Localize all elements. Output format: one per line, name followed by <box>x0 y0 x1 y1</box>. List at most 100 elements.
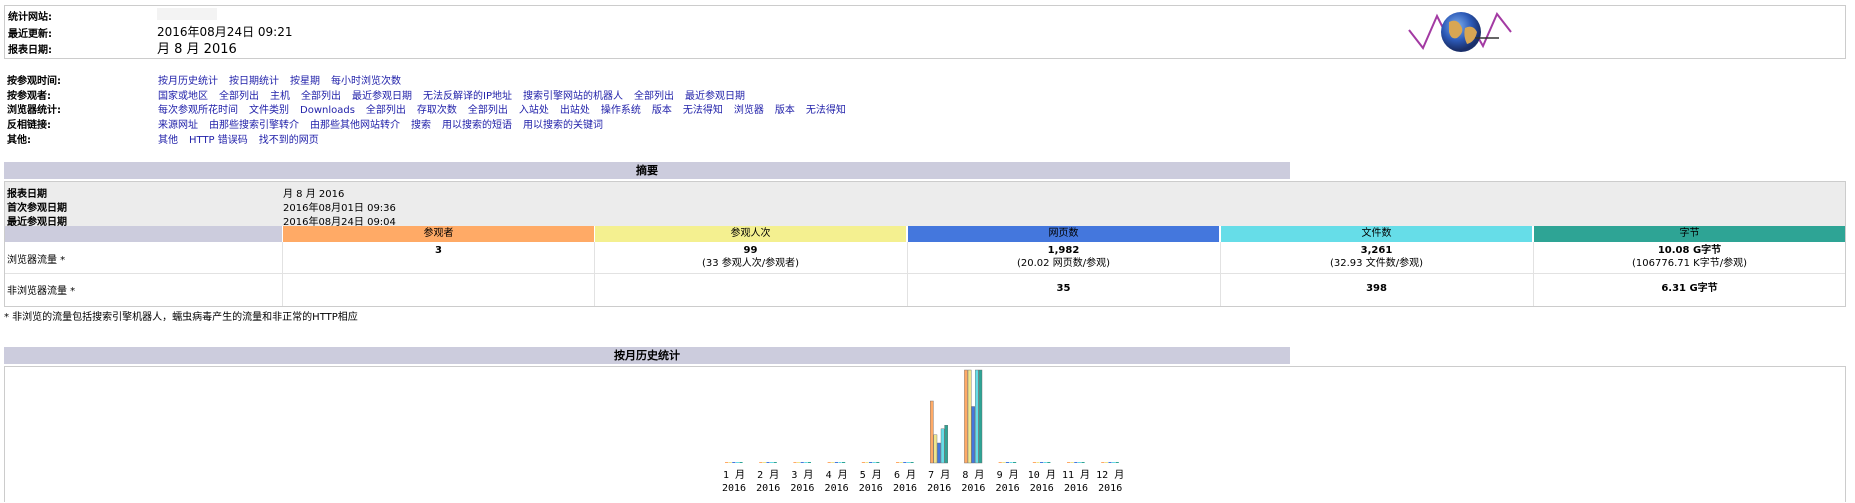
month-label-0: 2016 <box>722 483 746 494</box>
bar-bandwidth-4 <box>876 462 880 463</box>
summary-cell-value: 10.08 G字节 <box>1657 245 1722 256</box>
nav-link[interactable]: 全部列出 <box>301 91 341 102</box>
nav-link[interactable]: 操作系统 <box>601 105 641 116</box>
bar-pages-8 <box>1005 462 1009 463</box>
summary-dates: 报表日期 月 8 月 2016 首次参观日期 2016年08月01日 09:36… <box>5 182 1845 228</box>
summary-cell-value: 99 <box>743 245 758 256</box>
bar-pages-7 <box>971 406 975 464</box>
bar-hits-6 <box>940 428 945 464</box>
month-label-0: 1 月 <box>723 469 745 481</box>
nav-link[interactable]: 浏览器 <box>734 105 764 116</box>
bar-pages-11 <box>1108 462 1112 463</box>
monthly-chart-svg: 1 月 2016 2 月 2016 3 月 2016 4 月 2016 5 月 2016 6 月 20… <box>722 369 1124 494</box>
bar-bandwidth-2 <box>807 462 811 463</box>
nav-link[interactable]: 存取次数 <box>417 105 457 116</box>
bar-pages-4 <box>869 462 873 463</box>
bar-bandwidth-5 <box>910 462 914 463</box>
summary-row-nonbrowser-label: 非浏览器流量 * <box>7 286 76 297</box>
nav-link[interactable]: 按月历史统计 <box>158 76 218 87</box>
bar-visitors-5 <box>896 462 900 463</box>
bar-hits-3 <box>838 462 842 463</box>
bar-visitors-9 <box>1032 462 1036 463</box>
summary-col-header: 文件数 <box>1221 226 1532 242</box>
nav-link[interactable]: 最近参观日期 <box>685 91 745 102</box>
nav-link[interactable]: 找不到的网页 <box>259 135 319 146</box>
nav-link[interactable]: 全部列出 <box>634 91 674 102</box>
summary-first-visit-value: 2016年08月01日 09:36 <box>283 203 396 214</box>
summary-report-date-label: 报表日期 <box>7 189 47 200</box>
month-label-4: 2016 <box>859 483 883 494</box>
summary-row-browser-label: 浏览器流量 * <box>7 255 66 266</box>
summary-col-separator <box>907 242 908 306</box>
bar-visits-7 <box>967 369 972 464</box>
bar-visits-10 <box>1070 462 1074 463</box>
nav-link[interactable]: 版本 <box>775 105 795 116</box>
nav-link[interactable]: 搜索引擎网站的机器人 <box>523 91 623 102</box>
nav-link[interactable]: Downloads <box>300 105 355 116</box>
nav-link[interactable]: 最近参观日期 <box>352 91 412 102</box>
month-label-1: 2016 <box>756 483 780 494</box>
nav-link[interactable]: 每小时浏览次数 <box>331 76 401 87</box>
nav-link[interactable]: HTTP 错误码 <box>189 135 248 146</box>
nav-link[interactable]: 全部列出 <box>468 105 508 116</box>
bar-hits-0 <box>735 462 739 463</box>
bar-hits-7 <box>975 369 979 464</box>
nav-link[interactable]: 按星期 <box>290 76 320 87</box>
month-label-4: 5 月 <box>860 469 882 481</box>
summary-cell-value: 398 <box>1366 283 1387 294</box>
bar-pages-3 <box>834 462 838 463</box>
nav-row-links: 按月历史统计 按日期统计 按星期 每小时浏览次数 <box>158 75 412 89</box>
nav-link[interactable]: 出站处 <box>560 105 590 116</box>
bar-hits-1 <box>770 462 774 463</box>
nav-link[interactable]: 全部列出 <box>366 105 406 116</box>
bar-visits-2 <box>797 462 801 463</box>
nav-link[interactable]: 每次参观所花时间 <box>158 105 238 116</box>
bar-visits-0 <box>728 462 732 463</box>
nav-link[interactable]: 无法得知 <box>683 105 723 116</box>
month-label-6: 7 月 <box>928 469 950 481</box>
bar-visitors-1 <box>759 462 763 463</box>
nav-link[interactable]: 由那些其他网站转介 <box>310 120 400 131</box>
nav-row-label: 按参观者: <box>7 91 51 102</box>
month-label-11: 12 月 <box>1096 469 1124 481</box>
nav-link[interactable]: 版本 <box>652 105 672 116</box>
nav-link[interactable]: 用以搜索的关键词 <box>523 120 603 131</box>
bar-visits-6 <box>933 434 938 464</box>
nav-link[interactable]: 由那些搜索引擎转介 <box>209 120 299 131</box>
summary-col-separator <box>1533 242 1534 306</box>
month-label-3: 2016 <box>825 483 849 494</box>
nav-row-links: 国家或地区 全部列出 主机 全部列出 最近参观日期 无法反解译的IP地址 搜索引擎网站的机器… <box>158 90 756 104</box>
nav-link[interactable]: 按日期统计 <box>229 76 279 87</box>
bar-bandwidth-9 <box>1047 462 1051 463</box>
nav-link[interactable]: 主机 <box>270 91 290 102</box>
nav-link[interactable]: 无法反解译的IP地址 <box>423 91 512 102</box>
nav-link[interactable]: 无法得知 <box>806 105 846 116</box>
nav-link[interactable]: 其他 <box>158 135 178 146</box>
bar-visitors-2 <box>793 462 797 463</box>
nav-link[interactable]: 用以搜索的短语 <box>442 120 512 131</box>
awstats-globe-logo <box>1408 12 1512 52</box>
nav-link[interactable]: 文件类别 <box>249 105 289 116</box>
nav-link[interactable]: 国家或地区 <box>158 91 208 102</box>
month-label-8: 9 月 <box>997 469 1019 481</box>
bar-visitors-6 <box>930 400 934 464</box>
nav-row-label: 其他: <box>7 135 31 146</box>
nav-link[interactable]: 全部列出 <box>219 91 259 102</box>
report-label: 报表日期: <box>8 45 52 56</box>
month-label-2: 3 月 <box>791 469 813 481</box>
bar-visitors-4 <box>861 462 865 463</box>
bar-hits-2 <box>804 462 808 463</box>
bar-pages-0 <box>732 462 736 463</box>
bar-hits-10 <box>1077 462 1081 463</box>
bar-hits-8 <box>1009 462 1013 463</box>
bar-visits-1 <box>762 462 766 463</box>
nav-link[interactable]: 入站处 <box>519 105 549 116</box>
bar-visits-8 <box>1002 462 1006 463</box>
nav-link[interactable]: 来源网址 <box>158 120 198 131</box>
bar-pages-5 <box>903 462 907 463</box>
month-label-5: 2016 <box>893 483 917 494</box>
summary-col-separator <box>282 242 283 306</box>
summary-col-separator <box>1220 242 1221 306</box>
nav-link[interactable]: 搜索 <box>411 120 431 131</box>
summary-first-visit-label: 首次参观日期 <box>7 203 67 214</box>
